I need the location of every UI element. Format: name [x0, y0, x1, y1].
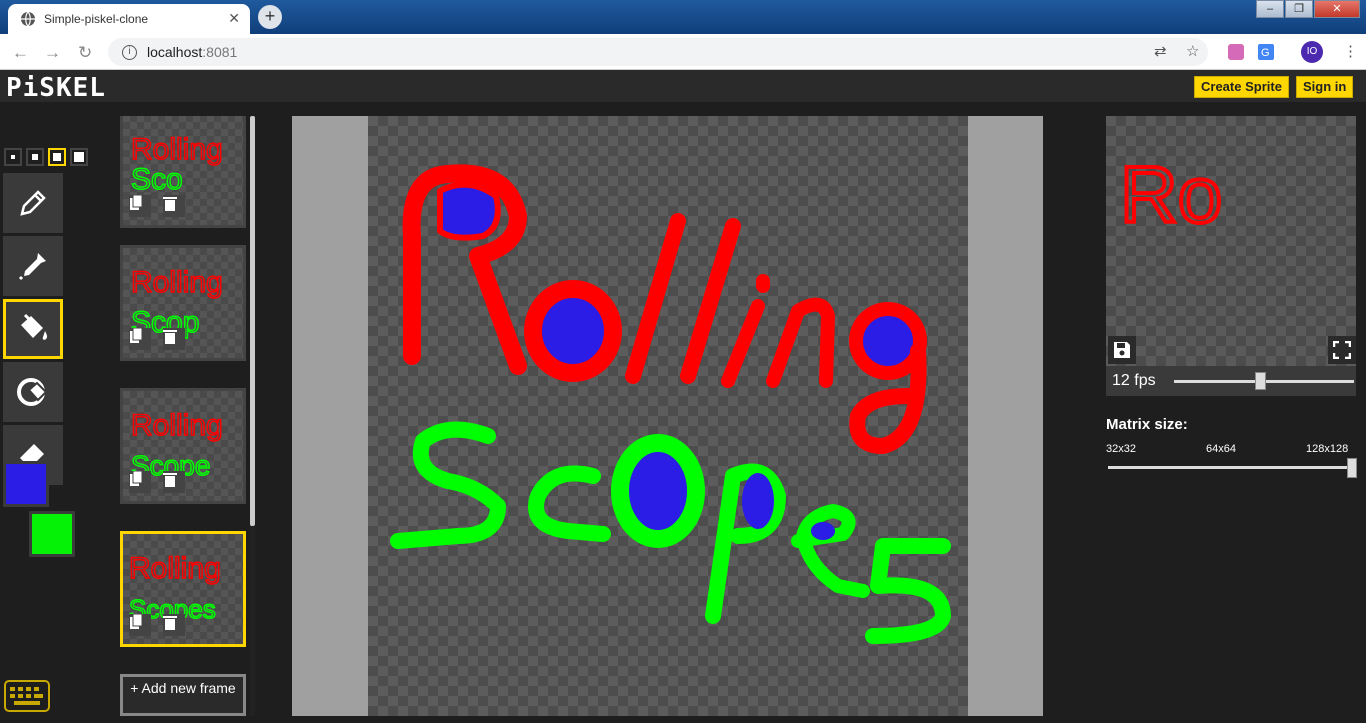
trash-icon [163, 197, 177, 211]
primary-color-swatch[interactable] [3, 461, 49, 507]
frame-text-line2: Sco [131, 163, 183, 196]
canvas-drawing [390, 164, 951, 644]
color-picker-tool[interactable] [3, 236, 63, 296]
copy-icon [130, 614, 143, 629]
url-host: localhost [147, 44, 203, 60]
eyedropper-icon [18, 253, 46, 281]
pencil-icon [20, 190, 46, 216]
frame-text-line1: Rolling [129, 552, 221, 585]
delete-frame-button[interactable] [163, 471, 185, 493]
duplicate-frame-button[interactable] [129, 614, 151, 636]
maximize-button[interactable]: ❐ [1285, 0, 1313, 18]
new-tab-button[interactable]: + [258, 5, 282, 29]
frame-thumbnail[interactable]: Rolling Scope [120, 388, 246, 504]
frame-text-line1: Rolling [131, 409, 223, 442]
keyboard-shortcuts-icon[interactable] [4, 680, 50, 712]
globe-icon [21, 11, 35, 27]
tab-close-icon[interactable]: ✕ [228, 10, 240, 27]
add-new-frame-button[interactable]: + Add new frame [120, 674, 246, 716]
fps-slider-thumb[interactable] [1255, 372, 1266, 390]
frame-thumbnail-selected[interactable]: Rolling Scopes [120, 531, 246, 647]
svg-text:G: G [1261, 47, 1270, 59]
animation-preview: Ro [1106, 116, 1356, 366]
matrix-option-64[interactable]: 64x64 [1206, 443, 1236, 455]
paint-bucket-icon [21, 313, 48, 340]
pen-size-2[interactable] [26, 148, 44, 166]
trash-icon [163, 330, 177, 344]
preview-text: Ro [1120, 150, 1222, 239]
back-icon[interactable]: ← [12, 43, 29, 63]
reload-icon[interactable]: ↻ [78, 43, 92, 63]
tab-title: Simple-piskel-clone [44, 12, 149, 26]
paint-bucket-tool[interactable] [3, 299, 63, 359]
save-button[interactable] [1108, 336, 1136, 364]
copy-icon [130, 195, 143, 210]
copy-icon [130, 471, 143, 486]
matrix-size-slider-thumb[interactable] [1347, 458, 1357, 478]
pen-size-selector [4, 148, 88, 166]
matrix-size-label: Matrix size: [1106, 416, 1188, 433]
frame-text-line1: Rolling [131, 133, 223, 166]
google-translate-icon[interactable]: G [1258, 44, 1274, 60]
scrollbar-thumb[interactable] [250, 116, 255, 526]
minimize-button[interactable]: – [1256, 0, 1284, 18]
bookmark-star-icon[interactable]: ☆ [1186, 42, 1199, 60]
avatar[interactable]: IO [1301, 41, 1323, 63]
preview-drawing: Ro [1118, 148, 1224, 241]
delete-frame-button[interactable] [163, 195, 185, 217]
fullscreen-button[interactable] [1328, 336, 1356, 364]
paint-same-color-icon [17, 378, 48, 406]
delete-frame-button[interactable] [163, 328, 185, 350]
address-bar-row: ← → ↻ i localhost:8081 ⇄ ☆ G ⋮ [0, 34, 1366, 70]
translate-icon[interactable]: ⇄ [1154, 42, 1167, 60]
delete-frame-button[interactable] [163, 614, 185, 636]
pen-tool[interactable] [3, 173, 63, 233]
pen-size-4[interactable] [70, 148, 88, 166]
frame-thumbnail[interactable]: Rolling Scop [120, 245, 246, 361]
url-input[interactable]: i localhost:8081 [108, 38, 1208, 66]
matrix-option-128[interactable]: 128x128 [1306, 443, 1348, 455]
pen-size-1[interactable] [4, 148, 22, 166]
create-sprite-button[interactable]: Create Sprite [1194, 76, 1289, 98]
url-port: :8081 [202, 44, 238, 60]
menu-icon[interactable]: ⋮ [1343, 42, 1358, 60]
matrix-size-slider-track[interactable] [1108, 466, 1356, 469]
trash-icon [163, 616, 177, 630]
trash-icon [163, 473, 177, 487]
duplicate-frame-button[interactable] [129, 195, 151, 217]
frames-list: Rolling Sco Rolling Scop Rolling Scope Roll… [118, 116, 258, 716]
save-icon [1114, 342, 1130, 358]
fullscreen-icon [1333, 341, 1351, 359]
piskel-logo: PiSKEL [6, 73, 106, 103]
drawing-canvas[interactable] [368, 116, 968, 716]
browser-titlebar: Simple-piskel-clone ✕ + – ❐ ✕ [0, 0, 1366, 34]
site-info-icon[interactable]: i [122, 44, 137, 60]
app-header: PiSKEL Create Sprite Sign in [0, 70, 1366, 103]
copy-icon [130, 328, 143, 343]
close-window-button[interactable]: ✕ [1314, 0, 1360, 18]
frames-scrollbar[interactable] [250, 116, 255, 716]
duplicate-frame-button[interactable] [129, 328, 151, 350]
fps-label: 12 fps [1112, 372, 1156, 389]
window-controls: – ❐ ✕ [1255, 0, 1360, 18]
secondary-color-swatch[interactable] [29, 511, 75, 557]
pen-size-3[interactable] [48, 148, 66, 166]
duplicate-frame-button[interactable] [129, 471, 151, 493]
color-swatches [3, 461, 75, 559]
browser-tab[interactable]: Simple-piskel-clone ✕ [8, 4, 250, 34]
paint-all-same-color-tool[interactable] [3, 362, 63, 422]
forward-icon[interactable]: → [44, 43, 61, 63]
frame-text-line1: Rolling [131, 266, 223, 299]
matrix-option-32[interactable]: 32x32 [1106, 443, 1136, 455]
frame-thumbnail[interactable]: Rolling Sco [120, 116, 246, 228]
fps-control: 12 fps [1106, 366, 1356, 396]
sign-in-button[interactable]: Sign in [1296, 76, 1354, 98]
extension-icon[interactable] [1228, 44, 1244, 60]
